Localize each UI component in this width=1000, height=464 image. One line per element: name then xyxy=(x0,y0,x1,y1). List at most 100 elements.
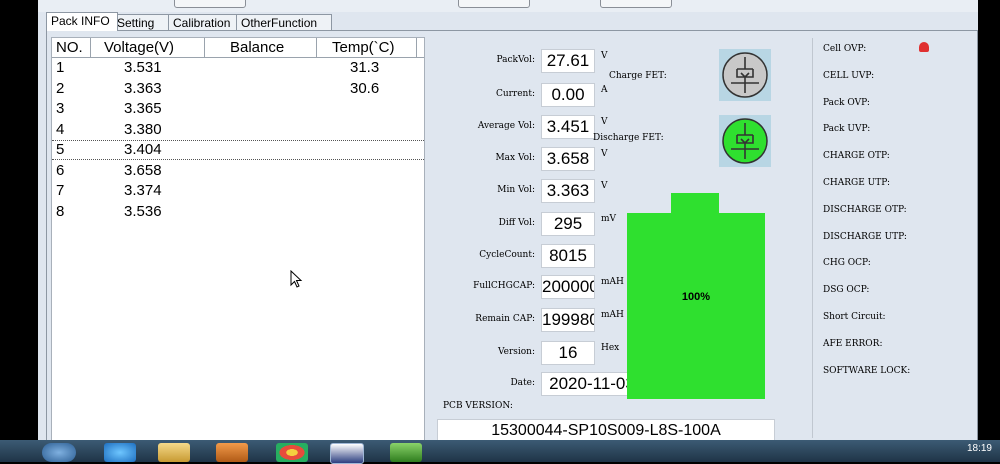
cell-temp: 30.6 xyxy=(350,79,380,97)
cell-no: 4 xyxy=(56,120,65,138)
field-label: Current: xyxy=(495,89,535,99)
chrome-icon[interactable] xyxy=(276,443,308,462)
field-unit: V xyxy=(601,51,608,61)
field-value: 199980 xyxy=(541,308,595,332)
protection-label: DISCHARGE OTP: xyxy=(823,204,907,215)
cell-voltage: 3.374 xyxy=(124,182,162,199)
toolbar-button-1[interactable] xyxy=(174,0,246,8)
field-unit: mAH xyxy=(601,277,624,287)
tab-pack-info[interactable]: Pack INFO xyxy=(46,12,118,31)
cell-temp: 31.3 xyxy=(350,59,380,76)
header-temp: Temp(`C) xyxy=(332,39,395,56)
cell-voltage: 3.531 xyxy=(124,59,162,76)
protection-label: AFE ERROR: xyxy=(823,338,883,349)
field-value: 0.00 xyxy=(541,83,595,107)
file-explorer-icon[interactable] xyxy=(158,443,190,462)
header-divider xyxy=(316,38,317,57)
header-voltage: Voltage(V) xyxy=(104,39,175,56)
table-row[interactable]: 6 3.658 xyxy=(52,161,424,181)
field-unit: V xyxy=(601,181,608,191)
protection-label: CHG OCP: xyxy=(823,258,871,269)
screen-left-border xyxy=(0,0,38,440)
mosfet-icon xyxy=(722,118,768,164)
cell-voltage: 3.658 xyxy=(124,161,162,179)
table-row[interactable]: 4 3.380 xyxy=(52,120,424,140)
protection-label: Cell OVP: xyxy=(823,44,867,54)
top-toolbar xyxy=(38,0,978,12)
cell-no: 8 xyxy=(56,202,65,220)
tab-other-function[interactable]: OtherFunction xyxy=(236,14,332,31)
battery-cap xyxy=(671,193,719,213)
field-unit: mAH xyxy=(601,310,624,320)
cell-no: 3 xyxy=(56,100,65,117)
taskbar-clock[interactable]: 18:19 xyxy=(967,443,992,454)
table-row[interactable]: 8 3.536 xyxy=(52,202,424,222)
cell-voltage: 3.536 xyxy=(124,202,162,220)
header-no: NO. xyxy=(56,39,83,56)
protection-label: CELL UVP: xyxy=(823,70,875,81)
protection-label: Pack UVP: xyxy=(823,124,871,135)
protection-label: Pack OVP: xyxy=(823,97,870,108)
field-value: 27.61 xyxy=(541,49,595,73)
tab-calibration[interactable]: Calibration xyxy=(168,14,244,31)
screen-right-border xyxy=(978,0,1000,440)
pack-summary: PackVol: 27.61 V Current: 0.00 A Average Vol: 3… xyxy=(427,37,779,443)
cell-no: 7 xyxy=(56,182,65,199)
cell-no: 5 xyxy=(56,141,65,158)
field-value: 3.658 xyxy=(541,147,595,171)
table-row[interactable]: 5 3.404 xyxy=(52,140,424,160)
header-divider xyxy=(90,38,91,57)
protection-label: CHARGE OTP: xyxy=(823,151,890,162)
bms-app-window: Pack INFO Setting Calibration OtherFunct… xyxy=(38,0,978,443)
field-label: Max Vol: xyxy=(495,153,535,163)
field-label: Version: xyxy=(497,347,535,357)
field-value: 8015 xyxy=(541,244,595,268)
protection-label: SOFTWARE LOCK: xyxy=(823,365,911,376)
discharge-fet-indicator xyxy=(719,115,771,167)
media-player-icon[interactable] xyxy=(216,443,248,462)
table-row[interactable]: 3 3.365 xyxy=(52,99,424,119)
cell-no: 2 xyxy=(56,79,65,97)
pcb-version-label: PCB VERSION: xyxy=(443,401,513,411)
alarm-icon xyxy=(919,42,929,52)
cell-voltage: 3.380 xyxy=(124,120,162,138)
cell-voltage: 3.404 xyxy=(124,141,162,158)
table-row[interactable]: 1 3.531 31.3 xyxy=(52,58,424,78)
start-button-icon[interactable] xyxy=(42,443,76,462)
field-unit: V xyxy=(601,117,608,127)
mouse-cursor-icon xyxy=(290,270,303,288)
bms-app-taskbar-icon[interactable] xyxy=(330,443,364,464)
protection-label: CHARGE UTP: xyxy=(823,178,890,188)
cell-voltage-grid[interactable]: NO. Voltage(V) Balance Temp(`C) 1 3.531 31… xyxy=(51,37,425,443)
header-balance: Balance xyxy=(230,39,285,56)
taskbar-app-icon[interactable] xyxy=(390,443,422,462)
field-label: PackVol: xyxy=(496,55,535,65)
cell-no: 6 xyxy=(56,161,65,179)
table-row[interactable]: 7 3.374 xyxy=(52,181,424,201)
field-value: 200000 xyxy=(541,275,595,299)
toolbar-button-3[interactable] xyxy=(600,0,672,8)
protection-label: Short Circuit: xyxy=(823,312,886,322)
internet-explorer-icon[interactable] xyxy=(104,443,136,462)
field-label: CycleCount: xyxy=(479,250,535,260)
protection-status-panel: Cell OVP: CELL UVP: Pack OVP: Pack UVP: CHAR… xyxy=(812,38,975,438)
toolbar-button-2[interactable] xyxy=(458,0,530,8)
mosfet-icon xyxy=(722,52,768,98)
cell-voltage: 3.365 xyxy=(124,100,162,117)
field-unit: mV xyxy=(601,214,617,224)
discharge-fet-label: Discharge FET: xyxy=(593,133,664,143)
cell-no: 1 xyxy=(56,59,65,76)
tab-setting[interactable]: Setting xyxy=(112,14,172,31)
header-divider xyxy=(204,38,205,57)
battery-level-indicator xyxy=(627,213,765,399)
field-value: 16 xyxy=(541,341,595,365)
charge-fet-label: Charge FET: xyxy=(609,71,667,81)
field-value: 3.363 xyxy=(541,179,595,203)
table-row[interactable]: 2 3.363 30.6 xyxy=(52,79,424,99)
field-label: Average Vol: xyxy=(477,121,535,131)
field-label: Date: xyxy=(510,378,535,388)
cell-voltage: 3.363 xyxy=(124,79,162,97)
field-label: Remain CAP: xyxy=(475,314,535,324)
field-label: Diff Vol: xyxy=(498,218,535,228)
field-unit: Hex xyxy=(601,343,620,353)
